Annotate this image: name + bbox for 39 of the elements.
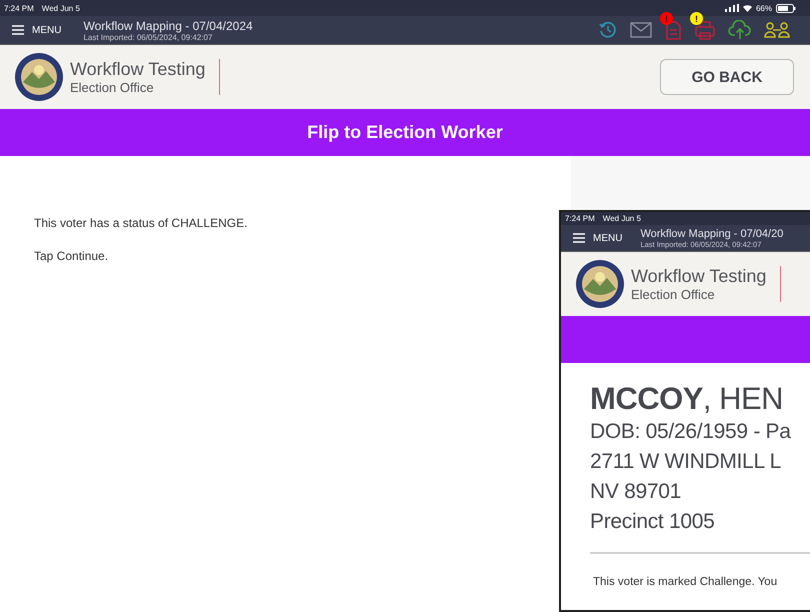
seal-logo [14,52,64,102]
menu-icon [573,233,585,243]
voter-detail: NV 89701 [590,479,682,505]
battery-icon [776,4,796,12]
cloud-upload-icon[interactable] [728,20,752,40]
app-title: Workflow Mapping - 07/04/20 [640,228,784,240]
people-link-icon[interactable] [764,21,790,39]
message-text: This voter has a status of CHALLENGE. [34,216,248,230]
status-time: 7:24 PM [565,214,595,223]
voter-name: MCCOY, HEN [590,381,784,417]
app-title: Workflow Mapping - 07/04/2024 [83,18,253,32]
voter-detail: Precinct 1005 [590,509,716,535]
mail-icon[interactable] [630,22,652,38]
menu-icon [12,25,24,35]
wifi-icon [742,4,752,12]
menu-button[interactable]: MENU [573,232,622,244]
last-imported-text: Last Imported: 06/05/2024, 09:42:07 [83,32,214,42]
office-name: Election Office [631,287,716,302]
battery-percent: 66% [756,4,772,12]
notice-text: This voter is marked Challenge. You [593,576,778,588]
status-date: Wed Jun 5 [42,4,80,12]
voter-detail: 2711 W WINDMILL L [590,449,782,475]
organization-name: Workflow Testing [70,59,206,80]
document-icon[interactable] [664,20,682,40]
status-time: 7:24 PM [4,4,34,12]
status-date: Wed Jun 5 [602,214,641,223]
printer-icon[interactable] [694,20,716,40]
seal-logo [575,259,625,309]
organization-name: Workflow Testing [631,266,766,287]
go-back-button[interactable]: GO BACK [660,59,794,95]
alert-badge: ! [660,12,673,25]
voter-detail: DOB: 05/26/1959 - Pa [590,419,792,445]
message-text: Tap Continue. [34,249,110,263]
office-name: Election Office [70,80,155,95]
menu-button[interactable]: MENU [12,24,62,36]
history-icon[interactable] [598,20,618,40]
banner-title: Flip to Election Worker [307,122,503,143]
signal-icon [724,4,739,12]
alert-badge: ! [690,12,703,25]
